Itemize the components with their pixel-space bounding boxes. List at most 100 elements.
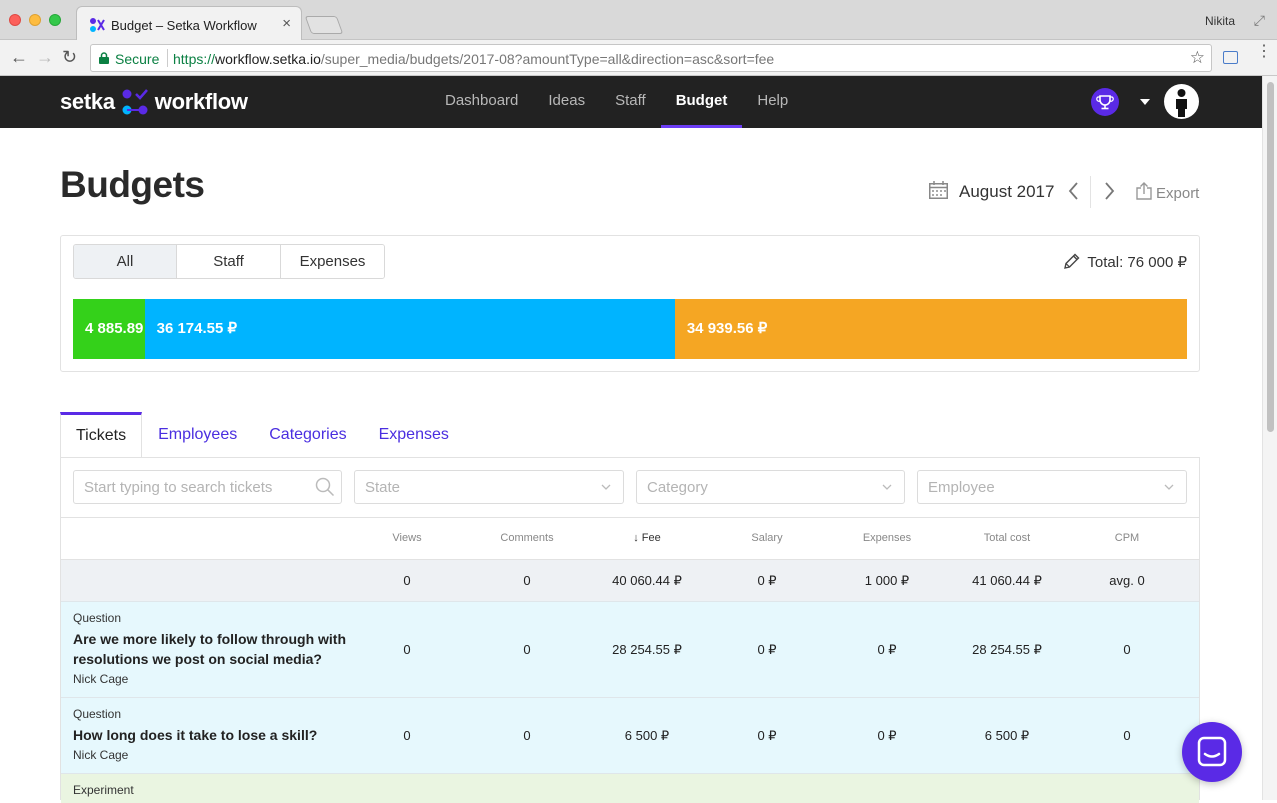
total-views: 0 <box>403 573 411 588</box>
current-month-label[interactable]: August 2017 <box>959 182 1054 202</box>
totals-row: 0 0 40 060.44 ₽ 0 ₽ 1 000 ₽ 41 060.44 ₽ … <box>61 559 1199 601</box>
budget-summary-card: All Staff Expenses Total: 76 000 ₽ 4 885… <box>60 235 1200 372</box>
category-placeholder: Category <box>647 479 708 496</box>
table-row[interactable]: Question How long does it take to lose a… <box>61 697 1199 773</box>
chat-launcher-button[interactable] <box>1182 722 1242 782</box>
search-tickets-input[interactable]: Start typing to search tickets <box>73 470 342 504</box>
nav-budget[interactable]: Budget <box>660 76 743 128</box>
row-total-cost: 28 254.55 ₽ <box>972 642 1042 657</box>
row-comments: 0 <box>523 642 531 657</box>
table-row[interactable]: Experiment <box>61 773 1199 803</box>
segment-all[interactable]: All <box>74 245 177 278</box>
nav-staff[interactable]: Staff <box>600 76 661 128</box>
month-nav-divider <box>1090 176 1091 208</box>
page-scrollbar[interactable] <box>1262 76 1277 800</box>
row-fee: 6 500 ₽ <box>624 728 670 743</box>
table-header: Views Comments ↓ Fee Salary Expenses Tot… <box>61 517 1199 559</box>
column-fee-sorted[interactable]: ↓ Fee <box>587 532 707 544</box>
chevron-down-icon <box>601 484 611 490</box>
segment-staff[interactable]: Staff <box>177 245 281 278</box>
amount-type-switch: All Staff Expenses <box>73 244 385 279</box>
calendar-icon[interactable] <box>929 181 948 199</box>
row-cpm: 0 <box>1123 728 1131 743</box>
export-icon[interactable] <box>1136 182 1152 200</box>
zoom-window-button[interactable] <box>49 14 61 26</box>
setka-workflow-logo[interactable]: setka workflow <box>60 88 248 116</box>
tab-tickets[interactable]: Tickets <box>60 412 143 458</box>
tab-categories[interactable]: Categories <box>253 412 362 458</box>
row-total-cost: 6 500 ₽ <box>984 728 1030 743</box>
close-window-button[interactable] <box>9 14 21 26</box>
ticket-title[interactable]: How long does it take to lose a skill? <box>73 725 363 745</box>
logo-workflow-text: workflow <box>154 89 248 114</box>
budget-bar-segment-orange[interactable]: 34 939.56 ₽ <box>674 299 1187 359</box>
nav-help[interactable]: Help <box>742 76 803 128</box>
column-total-cost[interactable]: Total cost <box>947 532 1067 544</box>
scrollbar-thumb[interactable] <box>1267 82 1274 432</box>
budget-bar-segment-green[interactable]: 4 885.89 ₽ <box>73 299 145 359</box>
url-host: workflow.setka.io <box>215 51 321 67</box>
total-expenses: 1 000 ₽ <box>864 573 910 588</box>
chevron-down-icon <box>882 484 892 490</box>
filter-bar: Start typing to search tickets State Cat… <box>73 470 1187 504</box>
total-salary: 0 ₽ <box>757 573 777 588</box>
state-select[interactable]: State <box>354 470 624 504</box>
total-fee: 40 060.44 ₽ <box>612 573 682 588</box>
column-cpm[interactable]: CPM <box>1067 532 1187 544</box>
row-expenses: 0 ₽ <box>877 728 897 743</box>
export-button[interactable]: Export <box>1156 185 1199 202</box>
fullscreen-icon[interactable]: ⤢ <box>1254 12 1265 29</box>
row-views: 0 <box>403 642 411 657</box>
table-row[interactable]: Question Are we more likely to follow th… <box>61 601 1199 697</box>
extension-icon[interactable] <box>1223 51 1238 64</box>
row-fee: 28 254.55 ₽ <box>612 642 682 657</box>
user-avatar[interactable] <box>1164 84 1199 119</box>
column-expenses[interactable]: Expenses <box>827 532 947 544</box>
employee-placeholder: Employee <box>928 479 995 496</box>
ticket-author: Nick Cage <box>73 748 129 762</box>
new-tab-button[interactable] <box>304 16 344 34</box>
address-bar[interactable]: Secure https://workflow.setka.io/super_m… <box>90 44 1212 72</box>
tab-expenses[interactable]: Expenses <box>363 412 465 458</box>
browser-profile-name[interactable]: Nikita <box>1205 14 1235 28</box>
segment-expenses[interactable]: Expenses <box>281 245 384 278</box>
forward-icon[interactable]: → <box>36 48 54 66</box>
pencil-icon[interactable] <box>1063 253 1080 270</box>
column-views[interactable]: Views <box>347 532 467 544</box>
budget-total[interactable]: Total: 76 000 ₽ <box>1087 253 1187 271</box>
ticket-author: Nick Cage <box>73 672 129 686</box>
person-silhouette-icon <box>1176 89 1187 117</box>
app-header: setka workflow Dashboard Ideas Staff Bud… <box>0 76 1262 128</box>
browser-toolbar: ← → ↻ Secure https://workflow.setka.io/s… <box>0 40 1277 76</box>
budget-bar-segment-blue[interactable]: 36 174.55 ₽ <box>144 299 675 359</box>
caret-down-icon[interactable] <box>1140 99 1150 105</box>
back-icon[interactable]: ← <box>10 48 28 66</box>
nav-dashboard[interactable]: Dashboard <box>430 76 533 128</box>
browser-menu-icon[interactable]: ⋮ <box>1256 44 1272 60</box>
budget-distribution-bar: 4 885.89 ₽ 36 174.55 ₽ 34 939.56 ₽ <box>73 299 1187 359</box>
row-cpm: 0 <box>1123 642 1131 657</box>
tab-close-icon[interactable]: × <box>282 15 291 32</box>
search-icon <box>315 477 335 497</box>
chevron-right-icon[interactable] <box>1101 181 1117 201</box>
column-salary[interactable]: Salary <box>707 532 827 544</box>
trophy-icon[interactable] <box>1091 88 1119 116</box>
ticket-title[interactable]: Are we more likely to follow through wit… <box>73 629 363 669</box>
url-scheme: https:// <box>173 51 216 67</box>
employee-select[interactable]: Employee <box>917 470 1187 504</box>
category-select[interactable]: Category <box>636 470 905 504</box>
nav-ideas[interactable]: Ideas <box>533 76 600 128</box>
total-comments: 0 <box>523 573 531 588</box>
browser-tab[interactable]: Budget – Setka Workflow × <box>76 6 302 41</box>
chevron-left-icon[interactable] <box>1066 181 1082 201</box>
column-comments[interactable]: Comments <box>467 532 587 544</box>
tab-employees[interactable]: Employees <box>142 412 253 458</box>
reload-icon[interactable]: ↻ <box>62 48 77 66</box>
url-path: /super_media/budgets/2017-08?amountType=… <box>320 51 775 67</box>
tab-title: Budget – Setka Workflow <box>111 18 257 33</box>
minimize-window-button[interactable] <box>29 14 41 26</box>
url-text[interactable]: https://workflow.setka.io/super_media/bu… <box>173 51 774 67</box>
secure-label: Secure <box>115 51 160 67</box>
row-comments: 0 <box>523 728 531 743</box>
bookmark-star-icon[interactable]: ☆ <box>1190 48 1205 68</box>
